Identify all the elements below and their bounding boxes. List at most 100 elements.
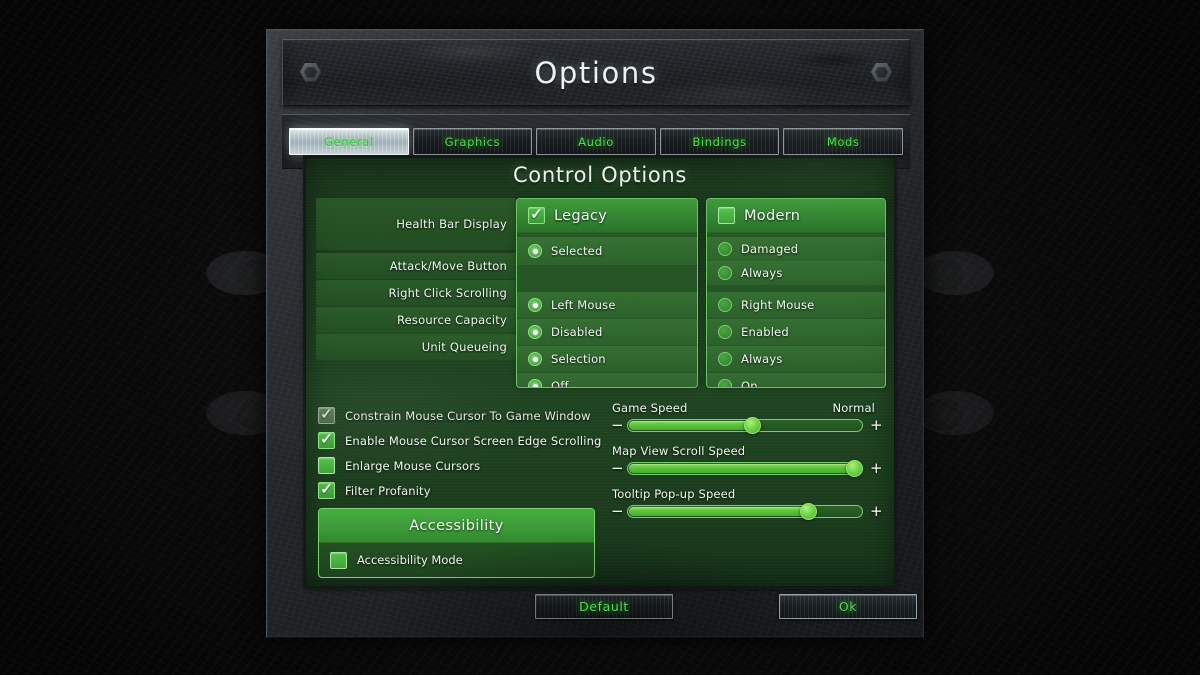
radio-icon[interactable] [718, 298, 732, 312]
slider-knob[interactable] [743, 417, 761, 434]
modern-option-right-mouse[interactable]: Right Mouse [707, 292, 885, 318]
checkbox-label: Constrain Mouse Cursor To Game Window [345, 408, 591, 423]
slider-decrement-icon[interactable]: − [611, 504, 624, 519]
window-title: Options [534, 55, 658, 90]
modern-option-enabled[interactable]: Enabled [707, 319, 885, 345]
tab-bindings-label: Bindings [692, 134, 747, 149]
slider-knob[interactable] [799, 503, 817, 520]
tab-graphics[interactable]: Graphics [412, 128, 533, 155]
desktop-background: Options General Graphics Audio Bindings … [0, 0, 1200, 675]
row-label-column: Health Bar Display Attack/Move Button Ri… [316, 198, 516, 388]
checkbox-edge-scrolling[interactable]: Enable Mouse Cursor Screen Edge Scrollin… [318, 428, 608, 453]
slider-line: − + [611, 503, 883, 520]
accessibility-header-label: Accessibility [409, 517, 504, 534]
radio-icon[interactable] [718, 352, 732, 366]
slider-head: Tooltip Pop-up Speed [611, 487, 879, 501]
legacy-column: Legacy Selected Left Mouse Disabled [516, 198, 698, 388]
tab-general[interactable]: General [289, 128, 409, 155]
accessibility-section: Accessibility Accessibility Mode [318, 508, 595, 578]
slider-group: Game Speed Normal − + Map View Scroll Sp… [611, 401, 883, 530]
row-label-unit-queueing: Unit Queueing [316, 334, 516, 360]
modern-header[interactable]: Modern [707, 199, 885, 233]
row-label-resource-capacity: Resource Capacity [316, 307, 516, 333]
radio-icon[interactable] [718, 242, 732, 256]
legacy-checkbox[interactable] [528, 205, 545, 225]
option-label: Always [741, 352, 783, 366]
slider-fill [629, 464, 856, 473]
radio-icon[interactable] [528, 379, 542, 387]
tab-mods[interactable]: Mods [783, 128, 903, 155]
slider-label: Tooltip Pop-up Speed [612, 487, 736, 501]
checkbox-label: Accessibility Mode [357, 553, 463, 567]
checkbox-accessibility-mode[interactable]: Accessibility Mode [319, 543, 594, 577]
slider-increment-icon[interactable]: + [870, 418, 883, 433]
title-bar: Options [282, 39, 910, 106]
slider-line: − + [611, 460, 883, 477]
slider-increment-icon[interactable]: + [870, 461, 883, 476]
option-label: Selection [551, 352, 606, 366]
radio-icon[interactable] [718, 325, 732, 339]
bolt-right-icon [871, 62, 892, 82]
slider-line: − + [611, 417, 883, 434]
control-options-matrix: Health Bar Display Attack/Move Button Ri… [316, 198, 886, 388]
slider-label: Map View Scroll Speed [612, 444, 746, 458]
option-label: Right Mouse [741, 298, 815, 312]
radio-icon[interactable] [528, 244, 542, 258]
tab-general-label: General [324, 134, 374, 149]
option-label: Enabled [741, 325, 789, 339]
row-label-text: Right Click Scrolling [388, 286, 507, 300]
legacy-option-left-mouse[interactable]: Left Mouse [517, 292, 697, 318]
slider-map-view-scroll-speed: Map View Scroll Speed − + [611, 444, 883, 477]
row-label-text: Health Bar Display [396, 217, 507, 231]
legacy-header-label: Legacy [554, 207, 608, 224]
slider-decrement-icon[interactable]: − [611, 418, 624, 433]
legacy-option-selected[interactable]: Selected [517, 237, 697, 265]
row-label-text: Unit Queueing [421, 340, 507, 354]
checkbox-filter-profanity[interactable]: Filter Profanity [318, 478, 608, 503]
page-title: Control Options [512, 163, 688, 187]
modern-option-always-health[interactable]: Always [707, 261, 885, 285]
radio-icon[interactable] [718, 266, 732, 280]
radio-icon[interactable] [528, 298, 542, 312]
slider-track[interactable] [627, 503, 863, 520]
slider-track[interactable] [627, 417, 863, 434]
slider-track[interactable] [627, 460, 864, 477]
tab-mods-label: Mods [826, 134, 860, 149]
tab-audio[interactable]: Audio [536, 128, 656, 155]
checkbox-constrain-mouse-cursor[interactable]: Constrain Mouse Cursor To Game Window [318, 403, 608, 428]
tab-graphics-label: Graphics [444, 134, 501, 149]
tab-bindings[interactable]: Bindings [659, 128, 780, 155]
slider-head: Map View Scroll Speed [611, 444, 879, 458]
legacy-option-disabled[interactable]: Disabled [517, 319, 697, 345]
row-label-text: Attack/Move Button [389, 259, 507, 273]
modern-checkbox[interactable] [718, 207, 735, 224]
checkbox-icon[interactable] [330, 551, 347, 569]
modern-option-damaged[interactable]: Damaged [707, 237, 885, 261]
option-label: Left Mouse [551, 298, 616, 312]
ok-button[interactable]: Ok [779, 594, 917, 619]
modern-option-always-resource[interactable]: Always [707, 346, 885, 372]
modern-header-label: Modern [744, 207, 801, 224]
legacy-option-selection[interactable]: Selection [517, 346, 697, 372]
radio-icon[interactable] [528, 352, 542, 366]
option-label: Damaged [741, 242, 799, 256]
checkbox-icon[interactable] [318, 405, 335, 425]
option-label: Disabled [551, 325, 603, 339]
checkbox-label: Filter Profanity [345, 483, 431, 498]
legacy-header[interactable]: Legacy [517, 199, 697, 233]
default-button[interactable]: Default [535, 594, 673, 619]
option-label: On [741, 379, 758, 388]
tab-audio-label: Audio [578, 134, 614, 149]
checkbox-icon[interactable] [318, 457, 335, 474]
checkbox-icon[interactable] [318, 430, 335, 450]
slider-knob[interactable] [846, 460, 864, 477]
slider-increment-icon[interactable]: + [870, 504, 883, 519]
slider-fill [629, 507, 810, 516]
legacy-option-off[interactable]: Off [517, 373, 697, 387]
radio-icon[interactable] [718, 379, 732, 387]
modern-option-on[interactable]: On [707, 373, 885, 388]
checkbox-enlarge-cursors[interactable]: Enlarge Mouse Cursors [318, 453, 608, 478]
checkbox-icon[interactable] [318, 480, 335, 500]
slider-decrement-icon[interactable]: − [611, 461, 624, 476]
radio-icon[interactable] [528, 325, 542, 339]
